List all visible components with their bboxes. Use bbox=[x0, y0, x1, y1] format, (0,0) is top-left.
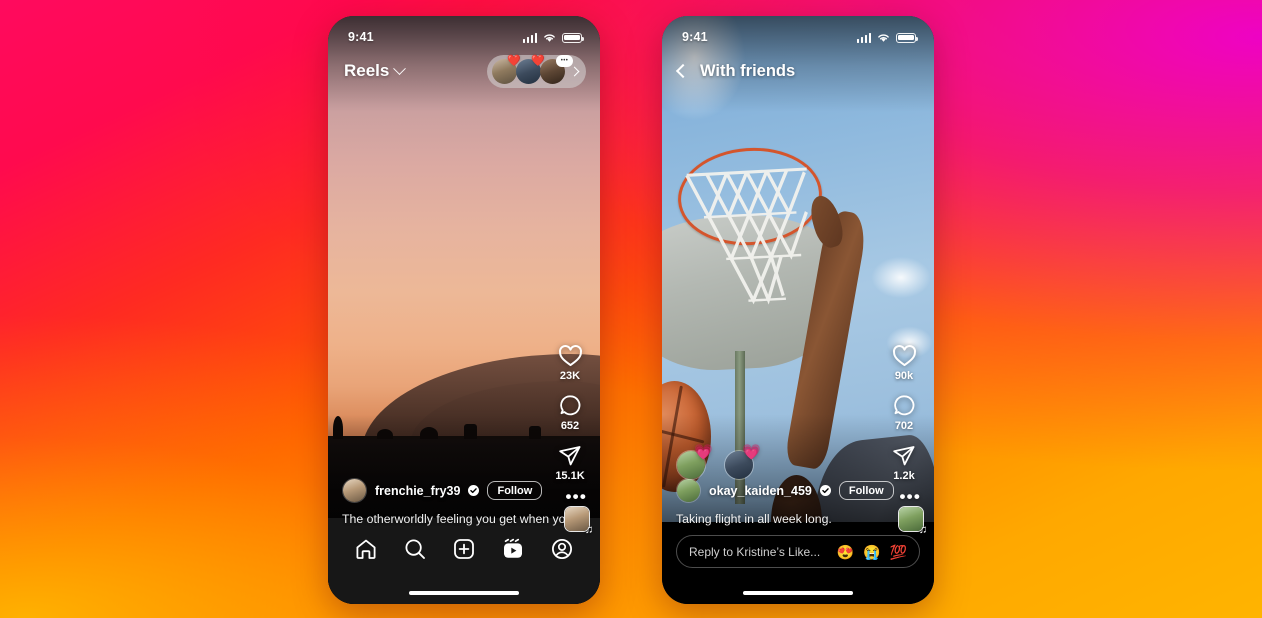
like-count: 90k bbox=[894, 370, 914, 382]
music-note-icon: ♫ bbox=[918, 524, 928, 536]
share-button[interactable]: 15.1K bbox=[555, 444, 585, 482]
page-title: With friends bbox=[700, 61, 796, 80]
caption-text[interactable]: Taking flight in all week long. bbox=[676, 512, 920, 526]
heart-reaction-icon: 💗 bbox=[742, 444, 761, 461]
emoji-hundred[interactable]: 💯 bbox=[890, 545, 907, 559]
share-icon bbox=[893, 446, 915, 466]
share-icon bbox=[559, 446, 581, 466]
nav-create[interactable] bbox=[452, 537, 476, 561]
action-rail: 23K 652 15.1K bbox=[548, 344, 592, 482]
wifi-icon bbox=[544, 33, 555, 42]
like-button[interactable]: 23K bbox=[558, 344, 583, 382]
post-info: frenchie_fry39 Follow The otherworldly f… bbox=[342, 478, 586, 526]
like-count: 23K bbox=[559, 370, 581, 382]
nav-profile[interactable] bbox=[550, 537, 574, 561]
status-icons bbox=[522, 32, 585, 43]
cloud bbox=[863, 251, 934, 305]
status-icons bbox=[856, 32, 919, 43]
friend-reactions: 💗 💗 bbox=[676, 445, 761, 480]
note-avatar-3[interactable]: ••• bbox=[540, 54, 573, 84]
wifi-icon bbox=[878, 33, 889, 42]
note-avatar-2[interactable]: ❤️ bbox=[516, 55, 545, 84]
phone-right: 9:41 With friends 💗 💗 90k 702 1.2k ••• o… bbox=[662, 16, 934, 604]
chat-bubble-icon: ••• bbox=[556, 54, 573, 67]
phone-left: 9:41 Reels ❤️ ❤️ ••• 23K 652 15.1K ••• f… bbox=[328, 16, 600, 604]
quick-emoji-row: 😍 😭 💯 bbox=[837, 545, 907, 559]
reply-input[interactable]: Reply to Kristine’s Like... 😍 😭 💯 bbox=[676, 535, 920, 568]
like-button[interactable]: 90k bbox=[892, 344, 917, 382]
home-indicator[interactable] bbox=[409, 590, 519, 595]
status-bar: 9:41 bbox=[662, 16, 934, 50]
follow-button[interactable]: Follow bbox=[487, 481, 543, 500]
signal-bars-icon bbox=[856, 33, 871, 43]
user-row: okay_kaiden_459 Follow bbox=[676, 478, 920, 503]
signal-bars-icon bbox=[522, 33, 537, 43]
comment-button[interactable]: 652 bbox=[559, 394, 582, 432]
avatar[interactable] bbox=[342, 478, 367, 503]
home-indicator[interactable] bbox=[743, 590, 853, 595]
chevron-down-icon[interactable] bbox=[393, 61, 407, 75]
status-bar: 9:41 bbox=[328, 16, 600, 50]
share-button[interactable]: 1.2k bbox=[892, 444, 916, 482]
note-avatar-1[interactable]: ❤️ bbox=[492, 55, 521, 84]
user-row: frenchie_fry39 Follow bbox=[342, 478, 586, 503]
battery-icon bbox=[896, 32, 919, 43]
heart-icon bbox=[892, 345, 916, 367]
battery-icon bbox=[562, 32, 585, 43]
username[interactable]: okay_kaiden_459 bbox=[709, 484, 812, 498]
status-clock: 9:41 bbox=[348, 30, 374, 44]
chevron-right-icon[interactable] bbox=[569, 66, 580, 76]
nav-home[interactable] bbox=[354, 537, 378, 561]
more-options-icon[interactable]: ••• bbox=[566, 488, 587, 505]
hoop-net bbox=[685, 167, 808, 305]
reels-header: Reels ❤️ ❤️ ••• bbox=[328, 50, 600, 92]
username[interactable]: frenchie_fry39 bbox=[375, 484, 460, 498]
more-options-icon[interactable]: ••• bbox=[900, 488, 921, 505]
friend-reaction-1[interactable]: 💗 bbox=[676, 445, 713, 480]
follow-button[interactable]: Follow bbox=[838, 481, 894, 500]
heart-reaction-icon: 💗 bbox=[694, 444, 713, 461]
friend-reaction-2[interactable]: 💗 bbox=[724, 445, 761, 480]
nav-reels[interactable] bbox=[501, 537, 525, 561]
comment-count: 702 bbox=[894, 420, 914, 432]
emoji-heart-eyes[interactable]: 😍 bbox=[837, 545, 854, 559]
with-friends-header: With friends bbox=[662, 50, 934, 92]
profile-icon bbox=[551, 538, 572, 560]
reels-screen: 9:41 Reels ❤️ ❤️ ••• 23K 652 15.1K ••• f… bbox=[328, 16, 600, 604]
nav-search[interactable] bbox=[403, 537, 427, 561]
comment-count: 652 bbox=[560, 420, 580, 432]
emoji-loudly-crying[interactable]: 😭 bbox=[863, 545, 880, 559]
notes-pill[interactable]: ❤️ ❤️ ••• bbox=[487, 54, 586, 88]
screenshot-stage: 9:41 Reels ❤️ ❤️ ••• 23K 652 15.1K ••• f… bbox=[0, 0, 1262, 618]
reels-title-button[interactable]: Reels bbox=[344, 61, 407, 81]
reels-icon bbox=[503, 538, 522, 558]
comment-icon bbox=[559, 395, 580, 416]
verified-badge-icon bbox=[468, 485, 480, 496]
action-rail: 90k 702 1.2k bbox=[882, 344, 926, 482]
status-clock: 9:41 bbox=[682, 30, 708, 44]
home-icon bbox=[356, 539, 376, 559]
chevron-left-icon[interactable] bbox=[675, 63, 691, 79]
heart-icon bbox=[558, 345, 582, 367]
comment-button[interactable]: 702 bbox=[893, 394, 916, 432]
create-plus-icon bbox=[454, 539, 474, 559]
reels-title-label: Reels bbox=[344, 61, 390, 80]
avatar[interactable] bbox=[676, 478, 701, 503]
verified-badge-icon bbox=[819, 485, 831, 496]
search-icon bbox=[405, 539, 426, 559]
back-row: With friends bbox=[675, 61, 796, 81]
reply-placeholder: Reply to Kristine’s Like... bbox=[689, 544, 821, 559]
with-friends-screen: 9:41 With friends 💗 💗 90k 702 1.2k ••• o… bbox=[662, 16, 934, 604]
bottom-nav bbox=[328, 524, 600, 574]
post-info: okay_kaiden_459 Follow Taking flight in … bbox=[676, 478, 920, 526]
comment-icon bbox=[893, 395, 914, 416]
